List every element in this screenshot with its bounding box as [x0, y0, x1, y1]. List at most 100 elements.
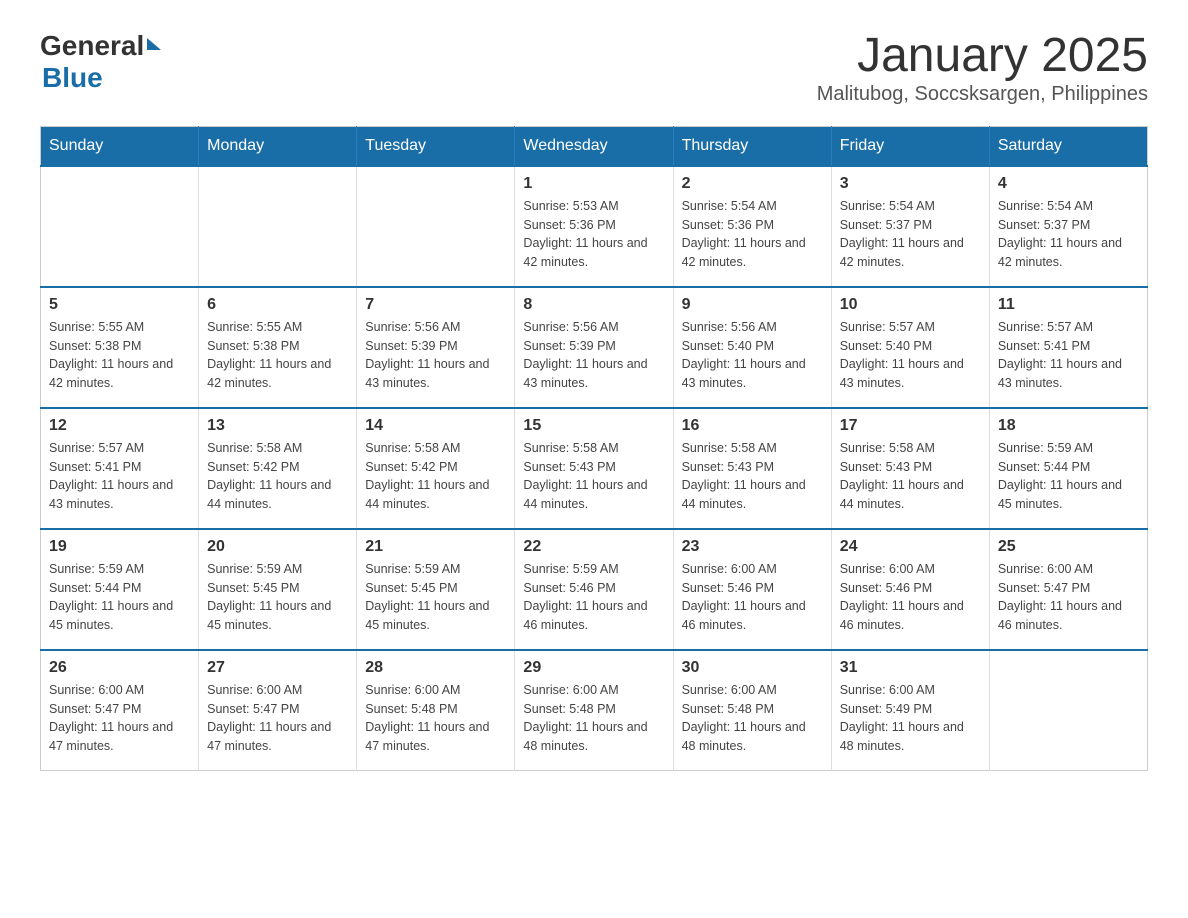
day-info: Sunrise: 5:56 AMSunset: 5:39 PMDaylight:…: [523, 318, 664, 393]
day-info: Sunrise: 5:59 AMSunset: 5:45 PMDaylight:…: [207, 560, 348, 635]
day-number: 8: [523, 296, 664, 314]
day-number: 12: [49, 417, 190, 435]
day-info: Sunrise: 5:58 AMSunset: 5:42 PMDaylight:…: [207, 439, 348, 514]
calendar-cell: 31Sunrise: 6:00 AMSunset: 5:49 PMDayligh…: [831, 650, 989, 771]
weekday-header-sunday: Sunday: [41, 126, 199, 166]
day-info: Sunrise: 5:58 AMSunset: 5:42 PMDaylight:…: [365, 439, 506, 514]
calendar-cell: 26 Sunrise: 6:00 AMSunset: 5:47 PMDayligh…: [41, 650, 199, 771]
day-info: Sunrise: 5:58 AMSunset: 5:43 PMDaylight:…: [523, 439, 664, 514]
logo-general: General: [40, 30, 144, 62]
day-info: Sunrise: 5:59 AMSunset: 5:45 PMDaylight:…: [365, 560, 506, 635]
calendar-cell: [989, 650, 1147, 771]
weekday-header-thursday: Thursday: [673, 126, 831, 166]
calendar-cell: 24 Sunrise: 6:00 AMSunset: 5:46 PMDayligh…: [831, 529, 989, 650]
calendar-cell: 17Sunrise: 5:58 AMSunset: 5:43 PMDayligh…: [831, 408, 989, 529]
page-header: General Blue January 2025 Malitubog, Soc…: [40, 30, 1148, 106]
day-info: Sunrise: 5:54 AMSunset: 5:36 PMDaylight:…: [682, 197, 823, 272]
day-info: Sunrise: 6:00 AMSunset: 5:47 PMDaylight:…: [49, 681, 190, 756]
day-info: Sunrise: 5:57 AMSunset: 5:41 PMDaylight:…: [49, 439, 190, 514]
day-number: 13: [207, 417, 348, 435]
calendar-cell: 10Sunrise: 5:57 AMSunset: 5:40 PMDayligh…: [831, 287, 989, 408]
day-info: Sunrise: 6:00 AMSunset: 5:48 PMDaylight:…: [682, 681, 823, 756]
day-info: Sunrise: 6:00 AMSunset: 5:48 PMDaylight:…: [523, 681, 664, 756]
day-number: 18: [998, 417, 1139, 435]
day-info: Sunrise: 6:00 AMSunset: 5:47 PMDaylight:…: [207, 681, 348, 756]
calendar-week-5: 26 Sunrise: 6:00 AMSunset: 5:47 PMDayligh…: [41, 650, 1148, 771]
calendar-cell: 11 Sunrise: 5:57 AMSunset: 5:41 PMDayligh…: [989, 287, 1147, 408]
calendar-week-3: 12 Sunrise: 5:57 AMSunset: 5:41 PMDayligh…: [41, 408, 1148, 529]
weekday-header-monday: Monday: [199, 126, 357, 166]
calendar-cell: 4 Sunrise: 5:54 AMSunset: 5:37 PMDaylight…: [989, 166, 1147, 287]
day-number: 14: [365, 417, 506, 435]
day-info: Sunrise: 5:59 AMSunset: 5:46 PMDaylight:…: [523, 560, 664, 635]
day-number: 9: [682, 296, 823, 314]
day-info: Sunrise: 5:58 AMSunset: 5:43 PMDaylight:…: [682, 439, 823, 514]
weekday-header-friday: Friday: [831, 126, 989, 166]
day-number: 20: [207, 538, 348, 556]
calendar-cell: 12 Sunrise: 5:57 AMSunset: 5:41 PMDayligh…: [41, 408, 199, 529]
calendar-cell: [41, 166, 199, 287]
calendar-cell: 29 Sunrise: 6:00 AMSunset: 5:48 PMDayligh…: [515, 650, 673, 771]
day-number: 23: [682, 538, 823, 556]
day-number: 3: [840, 175, 981, 193]
weekday-header-wednesday: Wednesday: [515, 126, 673, 166]
day-number: 27: [207, 659, 348, 677]
calendar-cell: 27 Sunrise: 6:00 AMSunset: 5:47 PMDayligh…: [199, 650, 357, 771]
day-info: Sunrise: 5:54 AMSunset: 5:37 PMDaylight:…: [840, 197, 981, 272]
calendar-cell: 23 Sunrise: 6:00 AMSunset: 5:46 PMDayligh…: [673, 529, 831, 650]
day-info: Sunrise: 5:58 AMSunset: 5:43 PMDaylight:…: [840, 439, 981, 514]
calendar-cell: [199, 166, 357, 287]
calendar-cell: 7 Sunrise: 5:56 AMSunset: 5:39 PMDaylight…: [357, 287, 515, 408]
day-info: Sunrise: 5:57 AMSunset: 5:40 PMDaylight:…: [840, 318, 981, 393]
day-info: Sunrise: 6:00 AMSunset: 5:47 PMDaylight:…: [998, 560, 1139, 635]
day-number: 29: [523, 659, 664, 677]
day-number: 26: [49, 659, 190, 677]
calendar-cell: 21 Sunrise: 5:59 AMSunset: 5:45 PMDayligh…: [357, 529, 515, 650]
day-number: 30: [682, 659, 823, 677]
day-info: Sunrise: 6:00 AMSunset: 5:46 PMDaylight:…: [840, 560, 981, 635]
title-block: January 2025 Malitubog, Soccsksargen, Ph…: [817, 30, 1148, 106]
day-info: Sunrise: 5:54 AMSunset: 5:37 PMDaylight:…: [998, 197, 1139, 272]
day-info: Sunrise: 5:57 AMSunset: 5:41 PMDaylight:…: [998, 318, 1139, 393]
calendar-cell: 6Sunrise: 5:55 AMSunset: 5:38 PMDaylight…: [199, 287, 357, 408]
calendar-week-4: 19Sunrise: 5:59 AMSunset: 5:44 PMDayligh…: [41, 529, 1148, 650]
calendar-cell: 28Sunrise: 6:00 AMSunset: 5:48 PMDayligh…: [357, 650, 515, 771]
calendar-cell: 13 Sunrise: 5:58 AMSunset: 5:42 PMDayligh…: [199, 408, 357, 529]
day-number: 7: [365, 296, 506, 314]
calendar-cell: 16 Sunrise: 5:58 AMSunset: 5:43 PMDayligh…: [673, 408, 831, 529]
calendar-cell: 22Sunrise: 5:59 AMSunset: 5:46 PMDayligh…: [515, 529, 673, 650]
day-number: 1: [523, 175, 664, 193]
day-number: 25: [998, 538, 1139, 556]
day-info: Sunrise: 5:55 AMSunset: 5:38 PMDaylight:…: [49, 318, 190, 393]
logo-triangle-icon: [147, 38, 161, 50]
day-number: 19: [49, 538, 190, 556]
calendar-body: 1 Sunrise: 5:53 AMSunset: 5:36 PMDaylight…: [41, 166, 1148, 771]
calendar-cell: 8 Sunrise: 5:56 AMSunset: 5:39 PMDaylight…: [515, 287, 673, 408]
day-number: 16: [682, 417, 823, 435]
calendar-week-1: 1 Sunrise: 5:53 AMSunset: 5:36 PMDaylight…: [41, 166, 1148, 287]
day-number: 11: [998, 296, 1139, 314]
calendar-cell: 19Sunrise: 5:59 AMSunset: 5:44 PMDayligh…: [41, 529, 199, 650]
calendar-cell: 20 Sunrise: 5:59 AMSunset: 5:45 PMDayligh…: [199, 529, 357, 650]
logo-blue: Blue: [40, 62, 103, 93]
calendar-cell: 1 Sunrise: 5:53 AMSunset: 5:36 PMDaylight…: [515, 166, 673, 287]
day-number: 21: [365, 538, 506, 556]
calendar-table: SundayMondayTuesdayWednesdayThursdayFrid…: [40, 126, 1148, 771]
day-info: Sunrise: 5:56 AMSunset: 5:39 PMDaylight:…: [365, 318, 506, 393]
day-number: 6: [207, 296, 348, 314]
day-info: Sunrise: 5:53 AMSunset: 5:36 PMDaylight:…: [523, 197, 664, 272]
logo-line1: General: [40, 30, 161, 62]
day-info: Sunrise: 6:00 AMSunset: 5:49 PMDaylight:…: [840, 681, 981, 756]
day-number: 4: [998, 175, 1139, 193]
day-number: 15: [523, 417, 664, 435]
day-number: 2: [682, 175, 823, 193]
calendar-cell: 9 Sunrise: 5:56 AMSunset: 5:40 PMDaylight…: [673, 287, 831, 408]
logo-blue-line: Blue: [40, 62, 161, 94]
day-info: Sunrise: 5:59 AMSunset: 5:44 PMDaylight:…: [998, 439, 1139, 514]
calendar-cell: 2 Sunrise: 5:54 AMSunset: 5:36 PMDaylight…: [673, 166, 831, 287]
day-info: Sunrise: 6:00 AMSunset: 5:46 PMDaylight:…: [682, 560, 823, 635]
day-info: Sunrise: 5:56 AMSunset: 5:40 PMDaylight:…: [682, 318, 823, 393]
calendar-cell: 30 Sunrise: 6:00 AMSunset: 5:48 PMDayligh…: [673, 650, 831, 771]
day-number: 5: [49, 296, 190, 314]
day-number: 24: [840, 538, 981, 556]
